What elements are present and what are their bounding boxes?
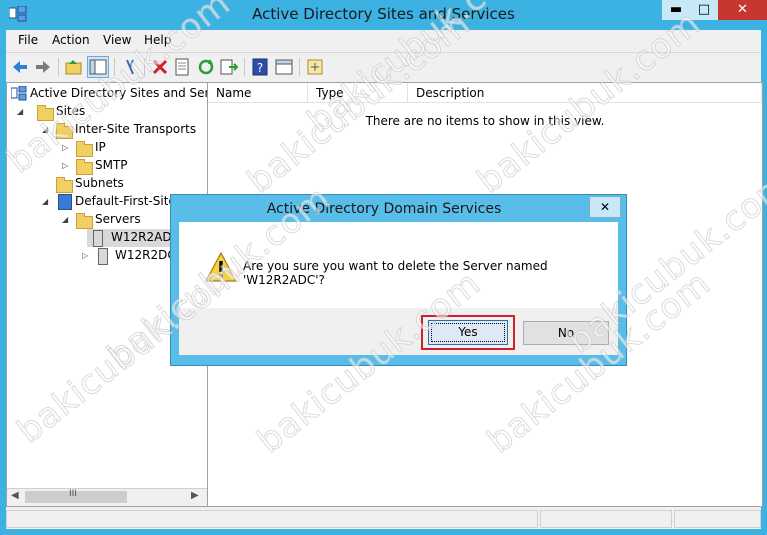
expand-icon[interactable]: ▷ (62, 161, 68, 170)
title-bar[interactable]: Active Directory Sites and Services ▬ □ … (0, 0, 767, 30)
folder-icon (56, 177, 73, 193)
toolbar-separator (114, 58, 115, 76)
expand-icon[interactable]: ▷ (82, 251, 88, 260)
show-hide-pane-icon[interactable] (274, 57, 294, 77)
expand-icon[interactable]: ▷ (62, 143, 68, 152)
tree-label: IP (95, 140, 106, 154)
status-bar (6, 507, 761, 529)
confirm-delete-dialog: Active Directory Domain Services ✕ Are y… (170, 194, 627, 366)
tree-item-ip[interactable]: ▷ IP (11, 139, 207, 157)
collapse-icon[interactable]: ◢ (42, 197, 48, 206)
forward-arrow-icon[interactable] (33, 57, 53, 77)
tree-item-sites[interactable]: ◢ Sites (11, 103, 207, 121)
tree-item-smtp[interactable]: ▷ SMTP (11, 157, 207, 175)
status-segment (540, 510, 672, 528)
column-header-name[interactable]: Name (208, 83, 308, 103)
window-title: Active Directory Sites and Services (252, 5, 515, 23)
folder-icon (56, 123, 73, 139)
server-icon (93, 230, 103, 247)
menu-action[interactable]: Action (52, 33, 90, 47)
svg-text:?: ? (257, 61, 263, 75)
collapse-icon[interactable]: ◢ (62, 215, 68, 224)
toolbar: ? (6, 52, 761, 81)
delete-icon[interactable] (150, 57, 170, 77)
scrollbar-grip: III (69, 489, 77, 499)
menu-help[interactable]: Help (144, 33, 171, 47)
folder-icon (76, 159, 93, 175)
tree-label: Inter-Site Transports (75, 122, 197, 136)
scroll-right-icon[interactable]: ▶ (191, 490, 199, 501)
column-header-type[interactable]: Type (308, 83, 408, 103)
toolbar-separator (244, 58, 245, 76)
tree-label: Active Directory Sites and Servic (30, 86, 208, 100)
scrollbar-thumb[interactable]: III (25, 489, 127, 503)
column-header-description[interactable]: Description (408, 83, 762, 103)
sites-services-icon (11, 86, 27, 101)
menu-bar: File Action View Help (6, 30, 761, 51)
tree-item-inter-site-transports[interactable]: ◢ Inter-Site Transports (11, 121, 207, 139)
minimize-button[interactable]: ▬ (662, 0, 690, 20)
tree-item-root[interactable]: Active Directory Sites and Servic (11, 85, 207, 103)
folder-icon (76, 141, 93, 157)
server-icon (98, 248, 108, 265)
dialog-close-button[interactable]: ✕ (589, 196, 621, 218)
tree-label: Subnets (75, 176, 124, 190)
up-folder-icon[interactable] (64, 57, 84, 77)
close-button[interactable]: ✕ (718, 0, 767, 20)
export-list-icon[interactable] (219, 57, 239, 77)
dialog-message: Are you sure you want to delete the Serv… (243, 259, 548, 287)
status-segment (6, 510, 538, 528)
tree-horizontal-scrollbar[interactable]: ◀ III ▶ (7, 488, 207, 506)
back-arrow-icon[interactable] (10, 57, 30, 77)
folder-icon (37, 105, 54, 121)
dialog-body: Are you sure you want to delete the Serv… (179, 222, 618, 355)
site-icon (58, 194, 72, 210)
folder-icon (76, 213, 93, 229)
tree-label: W12R2DC (115, 248, 176, 262)
tree-item-subnets[interactable]: Subnets (11, 175, 207, 193)
help-icon[interactable]: ? (250, 57, 270, 77)
status-segment (674, 510, 761, 528)
maximize-button[interactable]: □ (690, 0, 718, 20)
toolbar-separator (299, 58, 300, 76)
dialog-button-area: Yes No (179, 308, 618, 355)
menu-file[interactable]: File (18, 33, 38, 47)
collapse-icon[interactable]: ◢ (17, 107, 23, 116)
menu-view[interactable]: View (103, 33, 131, 47)
toolbar-separator (58, 58, 59, 76)
empty-list-message: There are no items to show in this view. (365, 114, 605, 128)
collapse-icon[interactable]: ◢ (42, 125, 48, 134)
console-tree-icon[interactable] (87, 56, 109, 78)
new-site-icon[interactable] (305, 57, 325, 77)
yes-button[interactable]: Yes (428, 320, 508, 345)
tree-label: SMTP (95, 158, 128, 172)
properties-icon[interactable] (172, 57, 192, 77)
no-button[interactable]: No (523, 321, 609, 345)
warning-icon (205, 252, 237, 282)
tree-label: Sites (56, 104, 86, 118)
toolbar-separator (144, 58, 145, 76)
move-icon[interactable] (120, 57, 140, 77)
tree-label: Servers (95, 212, 141, 226)
refresh-icon[interactable] (196, 57, 216, 77)
dialog-title: Active Directory Domain Services (266, 201, 502, 217)
scroll-left-icon[interactable]: ◀ (11, 490, 19, 501)
